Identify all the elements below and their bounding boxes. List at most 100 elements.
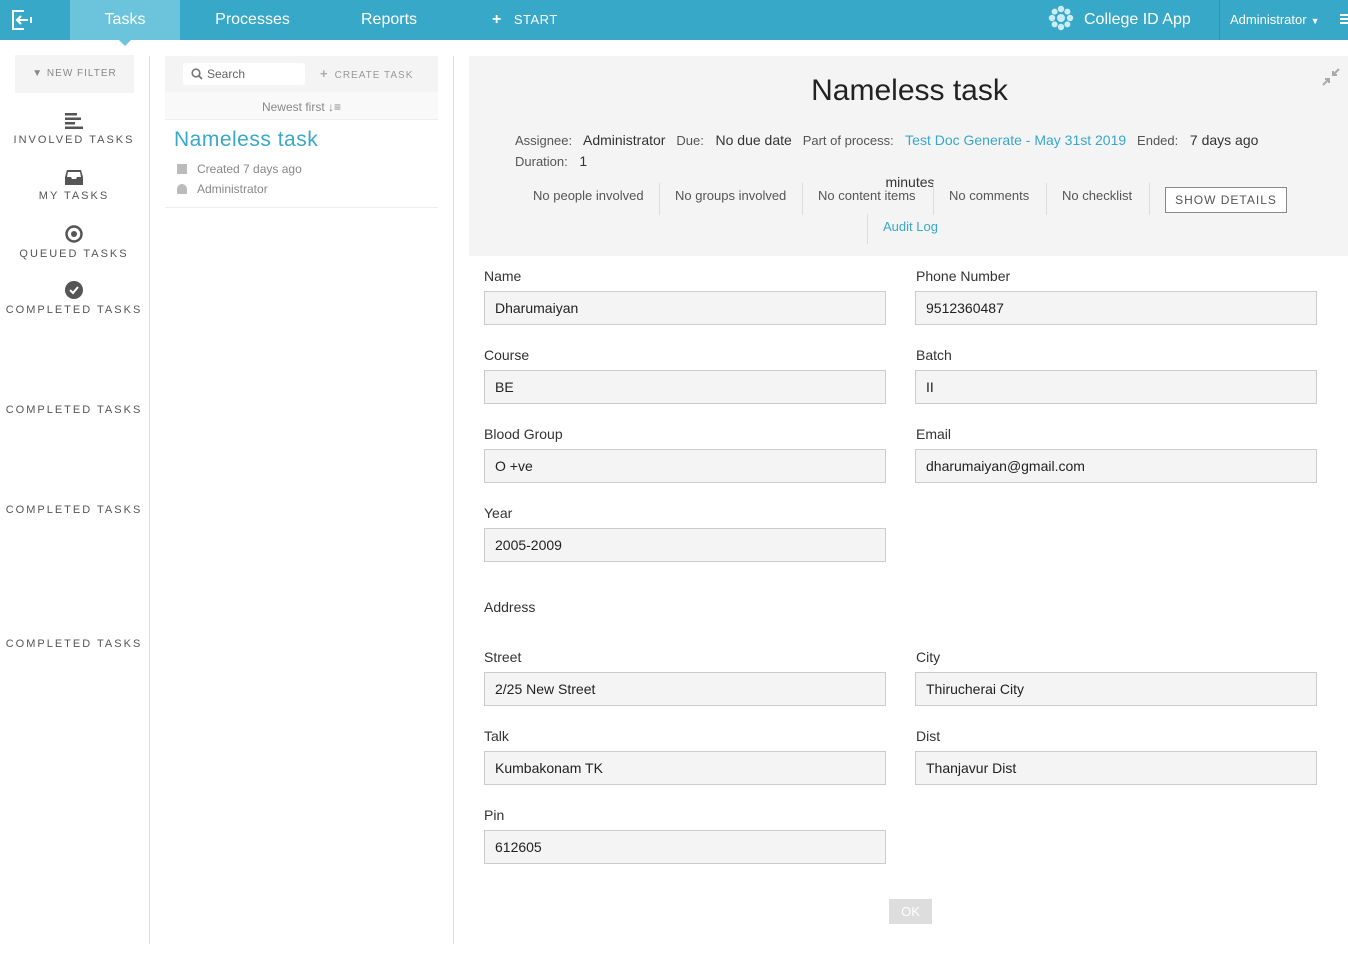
due-label: Due: — [676, 133, 704, 148]
task-list-item[interactable]: Nameless task Created 7 days ago Adminis… — [165, 120, 438, 208]
separator — [1046, 183, 1047, 215]
street-label: Street — [484, 649, 522, 665]
separator — [933, 183, 934, 215]
sort-label: Newest first — [261, 100, 325, 114]
chevron-down-icon: ▼ — [1310, 16, 1320, 26]
create-task-button[interactable]: + CREATE TASK — [320, 56, 413, 94]
sidebar-item-queued-tasks[interactable]: QUEUED TASKS — [0, 225, 148, 262]
assignee-label: Assignee: — [515, 133, 573, 148]
logout-icon[interactable] — [12, 10, 32, 30]
sidebar-item-label: COMPLETED TASKS — [5, 304, 143, 316]
top-nav-bar: Tasks Processes Reports + START College I… — [0, 0, 1348, 46]
separator — [659, 183, 660, 215]
involved-tasks-icon — [65, 113, 83, 129]
address-heading: Address — [484, 599, 536, 615]
due-value[interactable]: No due date — [716, 132, 792, 148]
pin-field[interactable]: 612605 — [484, 830, 886, 864]
batch-field[interactable]: II — [915, 370, 1317, 404]
sidebar-item-completed-tasks-4[interactable]: COMPLETED TASKS — [0, 637, 148, 652]
sidebar-item-label: COMPLETED TASKS — [5, 638, 143, 650]
batch-label: Batch — [916, 347, 952, 363]
task-created-text: Created 7 days ago — [197, 162, 302, 176]
sidebar-item-label: QUEUED TASKS — [19, 248, 129, 260]
assignee-value[interactable]: Administrator — [583, 132, 665, 148]
plus-icon: + — [320, 66, 329, 81]
sort-descending-icon: ↓≡ — [328, 100, 342, 114]
new-filter-button[interactable]: ▼ NEW FILTER — [15, 55, 134, 93]
sidebar-item-completed-tasks-2[interactable]: COMPLETED TASKS — [0, 403, 148, 418]
sidebar-divider — [149, 56, 150, 944]
start-button[interactable]: + START — [492, 0, 558, 40]
separator — [802, 183, 803, 215]
name-field[interactable]: Dharumaiyan — [484, 291, 886, 325]
calendar-icon — [177, 164, 187, 174]
talk-label: Talk — [484, 728, 509, 744]
sidebar-item-label: COMPLETED TASKS — [5, 504, 143, 516]
queued-icon — [65, 225, 83, 243]
task-assignee-text: Administrator — [197, 182, 268, 196]
search-icon — [191, 68, 203, 80]
list-divider — [453, 56, 454, 944]
course-label: Course — [484, 347, 530, 363]
task-assignee: Administrator — [177, 182, 268, 196]
task-title[interactable]: Nameless task — [174, 128, 318, 152]
city-label: City — [916, 649, 941, 665]
menu-icon[interactable] — [1340, 14, 1348, 26]
separator — [1149, 183, 1150, 215]
street-field[interactable]: 2/25 New Street — [484, 672, 886, 706]
process-link[interactable]: Test Doc Generate - May 31st 2019 — [905, 132, 1126, 148]
sidebar-item-label: INVOLVED TASKS — [13, 134, 135, 146]
duration-label: Duration: — [515, 154, 568, 169]
email-field[interactable]: dharumaiyan@gmail.com — [915, 449, 1317, 483]
app-logo-icon — [1048, 5, 1074, 30]
dist-label: Dist — [916, 728, 941, 744]
name-label: Name — [484, 268, 522, 284]
ok-button[interactable]: OK — [889, 899, 932, 924]
sidebar-item-my-tasks[interactable]: MY TASKS — [0, 169, 148, 204]
check-circle-icon — [65, 281, 83, 299]
sidebar-item-completed-tasks[interactable]: COMPLETED TASKS — [0, 281, 148, 318]
detail-title[interactable]: Nameless task — [469, 74, 1348, 108]
sidebar-item-label: MY TASKS — [38, 190, 110, 202]
task-created: Created 7 days ago — [177, 162, 302, 176]
groups-involved[interactable]: No groups involved — [675, 183, 786, 215]
content-items[interactable]: No content items — [818, 183, 916, 215]
talk-field[interactable]: Kumbakonam TK — [484, 751, 886, 785]
app-title: College ID App — [1048, 0, 1191, 40]
tab-reports[interactable]: Reports — [345, 0, 433, 40]
inbox-icon — [65, 170, 83, 185]
dist-field[interactable]: Thanjavur Dist — [915, 751, 1317, 785]
audit-log-link[interactable]: Audit Log — [883, 216, 938, 238]
create-task-label: CREATE TASK — [334, 70, 414, 81]
checklist[interactable]: No checklist — [1062, 183, 1132, 215]
sort-toggle[interactable]: Newest first ↓≡ — [165, 92, 438, 120]
filter-icon: ▼ — [32, 68, 44, 79]
ended-label: Ended: — [1137, 133, 1179, 148]
separator — [867, 214, 868, 244]
sidebar-item-label: COMPLETED TASKS — [5, 404, 143, 416]
tab-processes[interactable]: Processes — [197, 0, 308, 40]
tab-tasks[interactable]: Tasks — [70, 0, 180, 46]
course-field[interactable]: BE — [484, 370, 886, 404]
comments[interactable]: No comments — [949, 183, 1029, 215]
duration-value: 1 — [579, 153, 588, 169]
task-detail-header: Nameless task Assignee: Administrator Du… — [469, 56, 1348, 256]
search-placeholder: Search — [207, 67, 246, 81]
city-field[interactable]: Thirucherai City — [915, 672, 1317, 706]
start-label: START — [513, 12, 558, 27]
new-filter-label: NEW FILTER — [46, 68, 117, 79]
user-icon — [177, 184, 187, 194]
year-field[interactable]: 2005-2009 — [484, 528, 886, 562]
blood-group-field[interactable]: O +ve — [484, 449, 886, 483]
year-label: Year — [484, 505, 513, 521]
search-input[interactable]: Search — [183, 63, 305, 85]
ended-value: 7 days ago — [1189, 132, 1259, 148]
people-involved[interactable]: No people involved — [533, 183, 644, 215]
show-details-button[interactable]: SHOW DETAILS — [1165, 187, 1287, 213]
process-label: Part of process: — [802, 133, 894, 148]
sidebar-item-involved-tasks[interactable]: INVOLVED TASKS — [0, 113, 148, 148]
phone-field[interactable]: 9512360487 — [915, 291, 1317, 325]
task-list-toolbar: Search + CREATE TASK — [165, 56, 438, 92]
user-menu[interactable]: Administrator ▼ — [1230, 0, 1320, 40]
sidebar-item-completed-tasks-3[interactable]: COMPLETED TASKS — [0, 503, 148, 518]
